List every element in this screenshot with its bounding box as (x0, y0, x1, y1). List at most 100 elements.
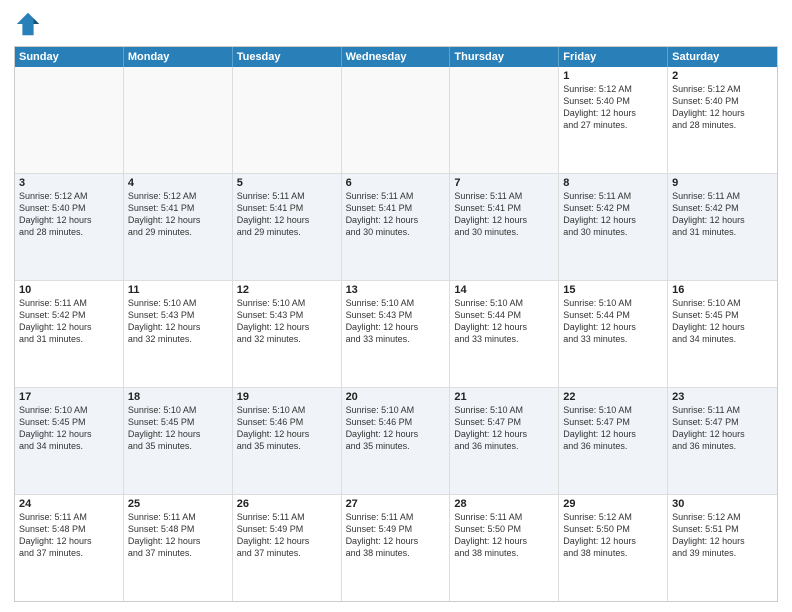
day-info: Sunrise: 5:12 AM Sunset: 5:41 PM Dayligh… (128, 190, 228, 239)
weekday-header-thursday: Thursday (450, 47, 559, 67)
day-number: 10 (19, 284, 119, 296)
day-cell-24: 24Sunrise: 5:11 AM Sunset: 5:48 PM Dayli… (15, 495, 124, 601)
day-cell-29: 29Sunrise: 5:12 AM Sunset: 5:50 PM Dayli… (559, 495, 668, 601)
day-number: 22 (563, 391, 663, 403)
day-info: Sunrise: 5:10 AM Sunset: 5:45 PM Dayligh… (128, 404, 228, 453)
day-info: Sunrise: 5:10 AM Sunset: 5:46 PM Dayligh… (237, 404, 337, 453)
day-number: 4 (128, 177, 228, 189)
day-number: 23 (672, 391, 773, 403)
calendar-row: 24Sunrise: 5:11 AM Sunset: 5:48 PM Dayli… (15, 494, 777, 601)
day-number: 19 (237, 391, 337, 403)
day-cell-12: 12Sunrise: 5:10 AM Sunset: 5:43 PM Dayli… (233, 281, 342, 387)
empty-cell (342, 67, 451, 173)
day-info: Sunrise: 5:10 AM Sunset: 5:44 PM Dayligh… (563, 297, 663, 346)
header (14, 10, 778, 38)
day-cell-17: 17Sunrise: 5:10 AM Sunset: 5:45 PM Dayli… (15, 388, 124, 494)
day-cell-16: 16Sunrise: 5:10 AM Sunset: 5:45 PM Dayli… (668, 281, 777, 387)
day-info: Sunrise: 5:10 AM Sunset: 5:44 PM Dayligh… (454, 297, 554, 346)
day-info: Sunrise: 5:11 AM Sunset: 5:48 PM Dayligh… (19, 511, 119, 560)
calendar-header-row: SundayMondayTuesdayWednesdayThursdayFrid… (15, 47, 777, 67)
day-info: Sunrise: 5:11 AM Sunset: 5:48 PM Dayligh… (128, 511, 228, 560)
empty-cell (124, 67, 233, 173)
day-cell-2: 2Sunrise: 5:12 AM Sunset: 5:40 PM Daylig… (668, 67, 777, 173)
day-number: 11 (128, 284, 228, 296)
day-info: Sunrise: 5:11 AM Sunset: 5:50 PM Dayligh… (454, 511, 554, 560)
weekday-header-monday: Monday (124, 47, 233, 67)
day-info: Sunrise: 5:10 AM Sunset: 5:43 PM Dayligh… (237, 297, 337, 346)
day-number: 25 (128, 498, 228, 510)
day-cell-3: 3Sunrise: 5:12 AM Sunset: 5:40 PM Daylig… (15, 174, 124, 280)
day-cell-23: 23Sunrise: 5:11 AM Sunset: 5:47 PM Dayli… (668, 388, 777, 494)
day-info: Sunrise: 5:12 AM Sunset: 5:40 PM Dayligh… (563, 83, 663, 132)
day-number: 9 (672, 177, 773, 189)
day-cell-11: 11Sunrise: 5:10 AM Sunset: 5:43 PM Dayli… (124, 281, 233, 387)
day-info: Sunrise: 5:11 AM Sunset: 5:42 PM Dayligh… (672, 190, 773, 239)
day-number: 18 (128, 391, 228, 403)
day-info: Sunrise: 5:10 AM Sunset: 5:47 PM Dayligh… (454, 404, 554, 453)
day-number: 30 (672, 498, 773, 510)
calendar-body: 1Sunrise: 5:12 AM Sunset: 5:40 PM Daylig… (15, 67, 777, 601)
day-info: Sunrise: 5:12 AM Sunset: 5:40 PM Dayligh… (672, 83, 773, 132)
empty-cell (450, 67, 559, 173)
day-info: Sunrise: 5:11 AM Sunset: 5:41 PM Dayligh… (454, 190, 554, 239)
calendar-row: 10Sunrise: 5:11 AM Sunset: 5:42 PM Dayli… (15, 280, 777, 387)
day-cell-19: 19Sunrise: 5:10 AM Sunset: 5:46 PM Dayli… (233, 388, 342, 494)
day-info: Sunrise: 5:11 AM Sunset: 5:49 PM Dayligh… (237, 511, 337, 560)
day-cell-20: 20Sunrise: 5:10 AM Sunset: 5:46 PM Dayli… (342, 388, 451, 494)
day-number: 17 (19, 391, 119, 403)
day-number: 5 (237, 177, 337, 189)
day-info: Sunrise: 5:11 AM Sunset: 5:49 PM Dayligh… (346, 511, 446, 560)
day-cell-4: 4Sunrise: 5:12 AM Sunset: 5:41 PM Daylig… (124, 174, 233, 280)
day-number: 8 (563, 177, 663, 189)
day-cell-26: 26Sunrise: 5:11 AM Sunset: 5:49 PM Dayli… (233, 495, 342, 601)
day-number: 13 (346, 284, 446, 296)
day-number: 12 (237, 284, 337, 296)
day-cell-15: 15Sunrise: 5:10 AM Sunset: 5:44 PM Dayli… (559, 281, 668, 387)
weekday-header-sunday: Sunday (15, 47, 124, 67)
day-cell-13: 13Sunrise: 5:10 AM Sunset: 5:43 PM Dayli… (342, 281, 451, 387)
empty-cell (15, 67, 124, 173)
day-cell-10: 10Sunrise: 5:11 AM Sunset: 5:42 PM Dayli… (15, 281, 124, 387)
day-cell-21: 21Sunrise: 5:10 AM Sunset: 5:47 PM Dayli… (450, 388, 559, 494)
day-info: Sunrise: 5:11 AM Sunset: 5:41 PM Dayligh… (346, 190, 446, 239)
day-number: 2 (672, 70, 773, 82)
day-info: Sunrise: 5:10 AM Sunset: 5:43 PM Dayligh… (346, 297, 446, 346)
day-number: 26 (237, 498, 337, 510)
weekday-header-wednesday: Wednesday (342, 47, 451, 67)
day-cell-30: 30Sunrise: 5:12 AM Sunset: 5:51 PM Dayli… (668, 495, 777, 601)
day-number: 24 (19, 498, 119, 510)
day-number: 16 (672, 284, 773, 296)
logo-icon (14, 10, 42, 38)
day-cell-6: 6Sunrise: 5:11 AM Sunset: 5:41 PM Daylig… (342, 174, 451, 280)
day-cell-18: 18Sunrise: 5:10 AM Sunset: 5:45 PM Dayli… (124, 388, 233, 494)
day-cell-27: 27Sunrise: 5:11 AM Sunset: 5:49 PM Dayli… (342, 495, 451, 601)
day-info: Sunrise: 5:10 AM Sunset: 5:45 PM Dayligh… (19, 404, 119, 453)
logo (14, 10, 46, 38)
calendar-row: 17Sunrise: 5:10 AM Sunset: 5:45 PM Dayli… (15, 387, 777, 494)
day-number: 15 (563, 284, 663, 296)
day-number: 28 (454, 498, 554, 510)
day-cell-22: 22Sunrise: 5:10 AM Sunset: 5:47 PM Dayli… (559, 388, 668, 494)
day-info: Sunrise: 5:11 AM Sunset: 5:42 PM Dayligh… (19, 297, 119, 346)
day-number: 6 (346, 177, 446, 189)
day-cell-8: 8Sunrise: 5:11 AM Sunset: 5:42 PM Daylig… (559, 174, 668, 280)
calendar-row: 3Sunrise: 5:12 AM Sunset: 5:40 PM Daylig… (15, 173, 777, 280)
day-cell-25: 25Sunrise: 5:11 AM Sunset: 5:48 PM Dayli… (124, 495, 233, 601)
day-cell-14: 14Sunrise: 5:10 AM Sunset: 5:44 PM Dayli… (450, 281, 559, 387)
day-number: 1 (563, 70, 663, 82)
day-cell-28: 28Sunrise: 5:11 AM Sunset: 5:50 PM Dayli… (450, 495, 559, 601)
calendar: SundayMondayTuesdayWednesdayThursdayFrid… (14, 46, 778, 602)
day-cell-1: 1Sunrise: 5:12 AM Sunset: 5:40 PM Daylig… (559, 67, 668, 173)
day-info: Sunrise: 5:12 AM Sunset: 5:50 PM Dayligh… (563, 511, 663, 560)
weekday-header-saturday: Saturday (668, 47, 777, 67)
day-info: Sunrise: 5:10 AM Sunset: 5:46 PM Dayligh… (346, 404, 446, 453)
day-cell-7: 7Sunrise: 5:11 AM Sunset: 5:41 PM Daylig… (450, 174, 559, 280)
day-info: Sunrise: 5:12 AM Sunset: 5:40 PM Dayligh… (19, 190, 119, 239)
day-info: Sunrise: 5:11 AM Sunset: 5:42 PM Dayligh… (563, 190, 663, 239)
day-info: Sunrise: 5:11 AM Sunset: 5:47 PM Dayligh… (672, 404, 773, 453)
day-number: 27 (346, 498, 446, 510)
weekday-header-friday: Friday (559, 47, 668, 67)
day-number: 7 (454, 177, 554, 189)
day-cell-5: 5Sunrise: 5:11 AM Sunset: 5:41 PM Daylig… (233, 174, 342, 280)
weekday-header-tuesday: Tuesday (233, 47, 342, 67)
